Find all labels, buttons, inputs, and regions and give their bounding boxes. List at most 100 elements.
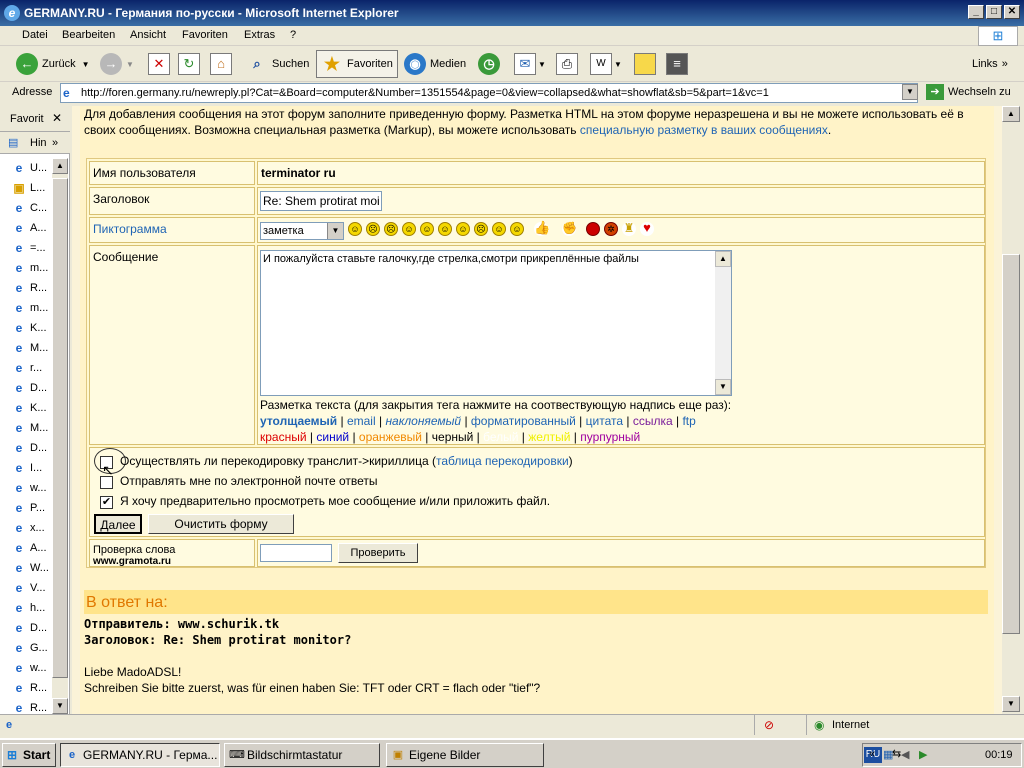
favorites-scroll-thumb[interactable]	[52, 178, 68, 678]
mail-button[interactable]: ✉ ▼	[514, 50, 546, 78]
markup-quote-link[interactable]: цитата	[586, 414, 623, 428]
privacy-blocked-icon[interactable]: ⊘	[764, 718, 774, 732]
favorite-item[interactable]: ▣ L...	[12, 178, 45, 198]
address-input[interactable]: e http://foren.germany.ru/newreply.pl?Ca…	[60, 83, 918, 103]
markup-url-link[interactable]: ссылка	[633, 414, 673, 428]
favorite-item[interactable]: e R...	[12, 678, 47, 698]
frown-icon[interactable]: ☹	[366, 222, 380, 236]
page-scrollbar[interactable]: ▲ ▼	[1002, 106, 1020, 714]
spellcheck-button[interactable]: Проверить	[338, 543, 418, 563]
favorite-item[interactable]: e D...	[12, 618, 47, 638]
favorite-item[interactable]: e V...	[12, 578, 46, 598]
favorite-item[interactable]: e =...	[12, 238, 46, 258]
grin-icon[interactable]: ☺	[420, 222, 434, 236]
favorite-item[interactable]: e x...	[12, 518, 45, 538]
laugh-icon[interactable]: ☺	[438, 222, 452, 236]
favorite-item[interactable]: e D...	[12, 378, 47, 398]
favorites-scroll-down-icon[interactable]: ▼	[52, 698, 68, 714]
lips-icon[interactable]	[586, 222, 600, 236]
markup-purple-link[interactable]: пурпурный	[580, 430, 640, 444]
minimize-button[interactable]: _	[968, 5, 984, 19]
favorite-item[interactable]: e A...	[12, 218, 47, 238]
cool-icon[interactable]: ☺	[402, 222, 416, 236]
markup-yellow-link[interactable]: желтый	[528, 430, 570, 444]
favorite-item[interactable]: e h...	[12, 598, 46, 618]
favorites-panel-close-icon[interactable]: ✕	[52, 111, 62, 125]
mad-icon[interactable]: ☹	[384, 222, 398, 236]
favorite-item[interactable]: e w...	[12, 658, 47, 678]
menu-datei[interactable]: Datei	[22, 29, 48, 41]
favorite-item[interactable]: e A...	[12, 538, 47, 558]
edit-dropdown-icon[interactable]: ▼	[614, 60, 622, 69]
shocked-icon[interactable]: ☹	[474, 222, 488, 236]
icon-select-dropdown-icon[interactable]: ▼	[327, 223, 343, 239]
task-pictures[interactable]: ▣ Eigene Bilder	[386, 743, 544, 767]
refresh-button[interactable]: ↻	[178, 50, 200, 78]
cup-icon[interactable]: ♜	[622, 222, 636, 236]
favorites-button[interactable]: ★ Favoriten	[316, 50, 398, 78]
discuss-button[interactable]	[634, 50, 656, 78]
forward-button[interactable]: → ▼	[100, 50, 134, 78]
task-ie[interactable]: e GERMANY.RU - Герма...	[60, 743, 220, 767]
mail-dropdown-icon[interactable]: ▼	[538, 60, 546, 69]
forward-dropdown-icon[interactable]: ▼	[126, 60, 134, 69]
page-scroll-down-icon[interactable]: ▼	[1002, 696, 1020, 712]
icon-label[interactable]: Пиктограмма	[89, 217, 255, 243]
history-button[interactable]: ◷	[478, 50, 504, 78]
favorite-item[interactable]: e w...	[12, 478, 47, 498]
message-scrollbar[interactable]: ▲ ▼	[715, 251, 731, 395]
menu-extras[interactable]: Extras	[244, 29, 275, 41]
menu-bearbeiten[interactable]: Bearbeiten	[62, 29, 115, 41]
favorites-history-bar[interactable]: ▤ Hin »	[0, 132, 70, 154]
markup-orange-link[interactable]: оранжевый	[359, 430, 422, 444]
maximize-button[interactable]: □	[986, 5, 1002, 19]
tongue-icon[interactable]: ☺	[510, 222, 524, 236]
favorite-item[interactable]: e K...	[12, 318, 47, 338]
message-scroll-down-icon[interactable]: ▼	[715, 379, 731, 395]
favorites-scrollbar[interactable]: ▲ ▼	[52, 158, 68, 714]
home-button[interactable]: ⌂	[210, 50, 232, 78]
spellcheck-input[interactable]	[260, 544, 332, 562]
subject-input[interactable]: Re: Shem protirat moi	[260, 191, 382, 211]
markup-bold-link[interactable]: утолщаемый	[260, 414, 337, 428]
tray-expand-icon[interactable]: «	[869, 748, 875, 760]
favorite-item[interactable]: e C...	[12, 198, 47, 218]
favorite-item[interactable]: e r...	[12, 358, 43, 378]
back-button[interactable]: ← Zurück ▼	[16, 50, 90, 78]
markup-help-link[interactable]: специальную разметку в ваших сообщениях	[580, 123, 828, 137]
message-scroll-up-icon[interactable]: ▲	[715, 251, 731, 267]
menu-favoriten[interactable]: Favoriten	[182, 29, 228, 41]
print-button[interactable]: ⎙	[556, 50, 578, 78]
favorite-item[interactable]: e W...	[12, 558, 49, 578]
go-button[interactable]: ➔ Wechseln zu	[926, 84, 1011, 100]
edit-button[interactable]: W ▼	[590, 50, 622, 78]
email-replies-checkbox[interactable]	[100, 476, 113, 489]
stop-button[interactable]: ✕	[148, 50, 170, 78]
menu-help[interactable]: ?	[290, 29, 296, 41]
tray-media-icon[interactable]: ▶	[919, 748, 927, 761]
wink-icon[interactable]: ☺	[492, 222, 506, 236]
task-keyboard[interactable]: ⌨ Bildschirmtastatur	[224, 743, 380, 767]
markup-italic-link[interactable]: наклоняемый	[385, 414, 461, 428]
start-button[interactable]: ⊞ Start	[2, 743, 56, 767]
favorite-item[interactable]: e K...	[12, 398, 47, 418]
markup-black-link[interactable]: черный	[432, 430, 474, 444]
markup-email-link[interactable]: email	[347, 414, 376, 428]
favorite-item[interactable]: e D...	[12, 438, 47, 458]
favorites-scroll-up-icon[interactable]: ▲	[52, 158, 68, 174]
favorite-item[interactable]: e m...	[12, 258, 49, 278]
favorite-item[interactable]: e U...	[12, 158, 47, 178]
menu-ansicht[interactable]: Ansicht	[130, 29, 166, 41]
message-textarea[interactable]: И пожалуйста ставьте галочку,где стрелка…	[260, 250, 732, 396]
markup-red-link[interactable]: красный	[260, 430, 307, 444]
favorite-item[interactable]: e m...	[12, 298, 49, 318]
icon-select[interactable]: заметка ▼	[260, 222, 344, 240]
address-dropdown-icon[interactable]: ▼	[902, 84, 918, 100]
media-button[interactable]: ◉ Medien	[404, 50, 466, 78]
markup-pre-link[interactable]: форматированный	[471, 414, 576, 428]
flower-icon[interactable]: ✲	[604, 222, 618, 236]
preview-checkbox[interactable]: ✔	[100, 496, 113, 509]
clear-form-button[interactable]: Очистить форму	[148, 514, 294, 534]
messenger-button[interactable]: ≡	[666, 50, 688, 78]
tray-network-icon[interactable]: ▦	[883, 748, 893, 761]
